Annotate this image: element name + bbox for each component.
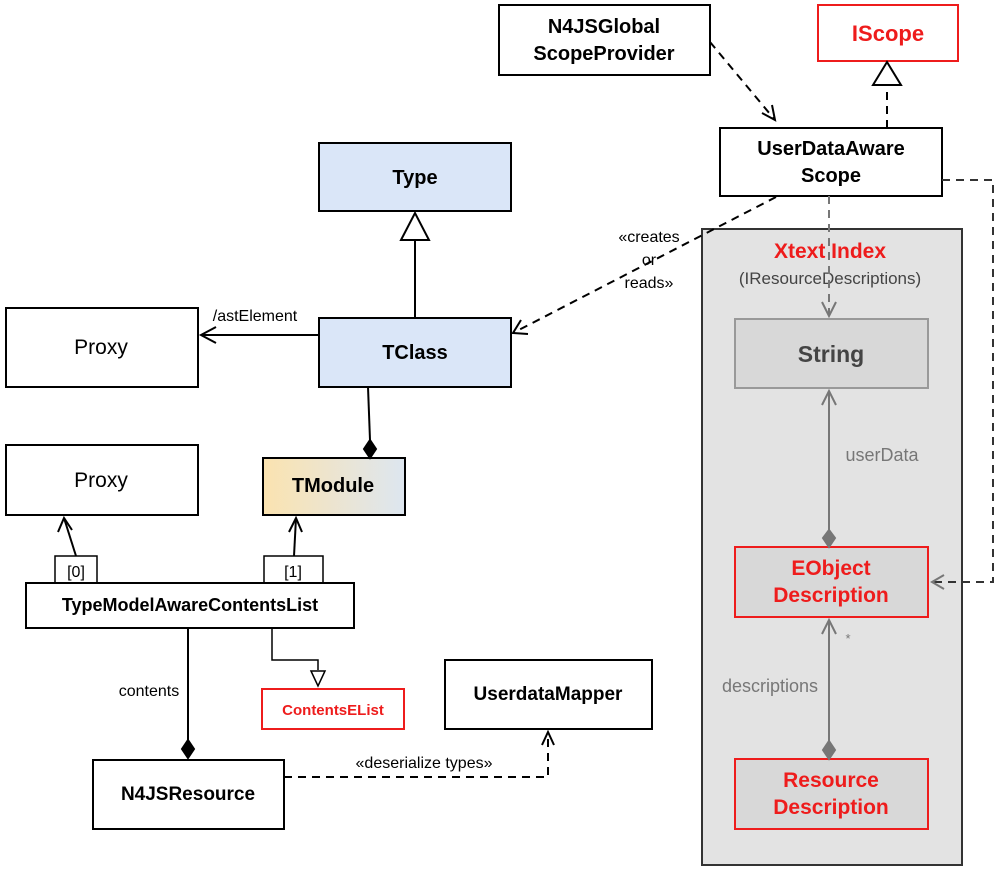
- qualifier-label: [1]: [284, 564, 302, 581]
- class-label: Description: [773, 584, 889, 607]
- class-label: Proxy: [74, 469, 128, 492]
- label-ast-element: /astElement: [213, 308, 298, 325]
- class-proxy-list[interactable]: Proxy: [5, 444, 199, 516]
- label-creates-or-reads: reads»: [625, 275, 674, 292]
- generalization-list-to-contents-elist: [271, 628, 319, 670]
- class-label: Proxy: [74, 336, 128, 359]
- class-label: N4JSGlobal: [548, 16, 660, 38]
- class-label: Scope: [801, 165, 861, 187]
- class-label: Description: [773, 796, 889, 819]
- label-descriptions: descriptions: [722, 676, 818, 696]
- arrow-head: [57, 515, 73, 533]
- label-creates-or-reads: «creates: [618, 229, 679, 246]
- triangle-head: [399, 210, 431, 241]
- class-resource-description[interactable]: Resource Description: [734, 758, 929, 830]
- qualifier-label: [0]: [67, 564, 85, 581]
- class-label: IScope: [852, 21, 924, 46]
- xtext-index-title: Xtext Index: [774, 240, 886, 263]
- qualifier-index-1: [1]: [263, 555, 324, 584]
- class-n4js-resource[interactable]: N4JSResource: [92, 759, 285, 830]
- class-label: String: [798, 341, 864, 367]
- class-n4js-global-scope-provider[interactable]: N4JSGlobal ScopeProvider: [498, 4, 711, 76]
- class-tclass[interactable]: TClass: [318, 317, 512, 388]
- class-label: TModule: [292, 475, 374, 497]
- association-index0-to-proxy: [63, 517, 77, 557]
- class-eobject-description[interactable]: EObject Description: [734, 546, 929, 618]
- class-proxy-ast[interactable]: Proxy: [5, 307, 199, 388]
- class-label: Resource: [783, 769, 879, 792]
- class-string[interactable]: String: [734, 318, 929, 389]
- diamond-head: [180, 738, 196, 760]
- class-tmodule[interactable]: TModule: [262, 457, 406, 516]
- composition-tclass-tmodule: [367, 386, 371, 441]
- association-index1-to-tmodule: [293, 517, 297, 557]
- label-multiplicity: *: [845, 631, 850, 646]
- dependency-provider-to-scope: [709, 41, 776, 121]
- qualifier-index-0: [0]: [54, 555, 98, 584]
- class-contents-elist[interactable]: ContentsEList: [261, 688, 405, 730]
- class-userdata-mapper[interactable]: UserdataMapper: [444, 659, 653, 730]
- diamond-head: [362, 438, 378, 460]
- label-creates-or-reads: or: [642, 252, 657, 269]
- class-label: ContentsEList: [282, 702, 384, 719]
- class-user-data-aware-scope[interactable]: UserDataAware Scope: [719, 127, 943, 197]
- class-label: EObject: [791, 557, 870, 580]
- class-label: ScopeProvider: [533, 43, 674, 65]
- class-label: N4JSResource: [121, 784, 255, 805]
- class-label: TypeModelAwareContentsList: [62, 595, 318, 615]
- triangle-head: [309, 670, 327, 688]
- label-contents: contents: [119, 683, 179, 700]
- class-type-model-aware-contents-list[interactable]: TypeModelAwareContentsList: [25, 582, 355, 629]
- triangle-head: [871, 60, 903, 86]
- class-label: Type: [392, 167, 437, 189]
- class-label: TClass: [382, 342, 448, 364]
- class-label: UserDataAware: [757, 138, 905, 160]
- uml-diagram: Xtext Index (IResourceDescriptions) N4JS…: [5, 4, 994, 866]
- label-user-data: userData: [845, 445, 919, 465]
- class-label: UserdataMapper: [474, 684, 623, 705]
- interface-iscope[interactable]: IScope: [817, 4, 959, 62]
- class-type[interactable]: Type: [318, 142, 512, 212]
- label-deserialize-types: «deserialize types»: [356, 755, 493, 772]
